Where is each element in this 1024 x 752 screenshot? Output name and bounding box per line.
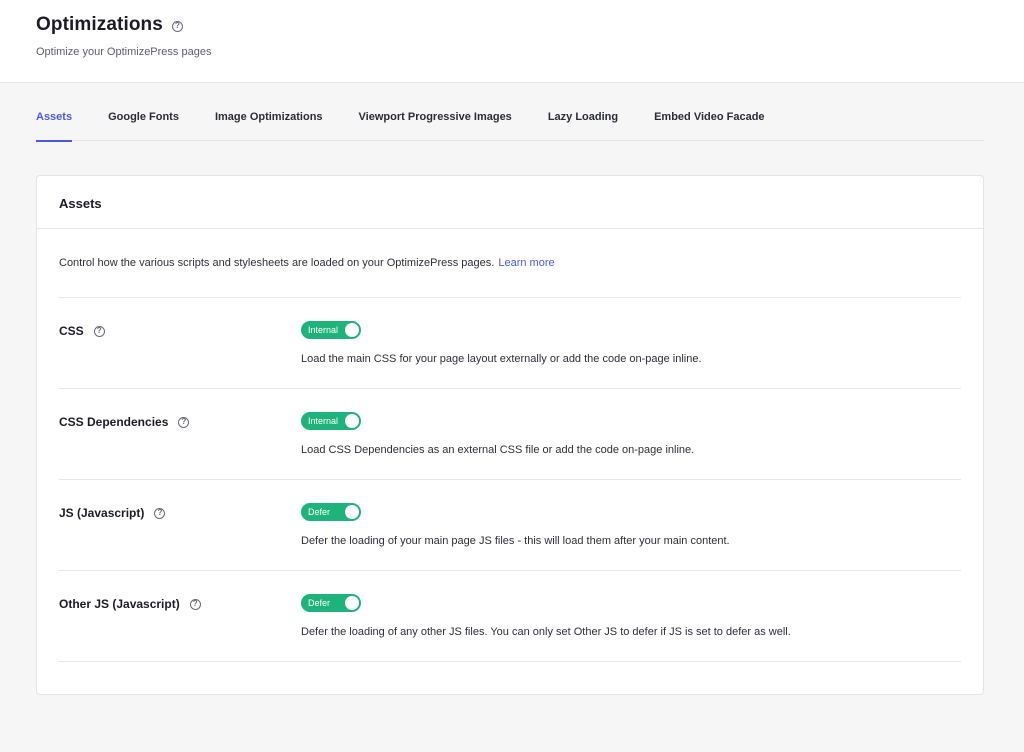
setting-label: CSS ? [59, 324, 105, 338]
tab-lazy-loading[interactable]: Lazy Loading [548, 83, 618, 141]
learn-more-link[interactable]: Learn more [498, 257, 554, 269]
toggle-label: Internal [308, 325, 339, 335]
setting-description: Load CSS Dependencies as an external CSS… [301, 444, 695, 456]
tab-image-optimizations[interactable]: Image Optimizations [215, 83, 323, 141]
css-toggle[interactable]: Internal [301, 321, 361, 339]
setting-description: Load the main CSS for your page layout e… [301, 353, 702, 365]
toggle-label: Defer [308, 507, 331, 517]
toggle-knob [345, 323, 359, 337]
help-icon[interactable]: ? [171, 20, 183, 32]
setting-label-text: JS (Javascript) [59, 506, 145, 520]
tab-bar: Assets Google Fonts Image Optimizations … [36, 83, 984, 142]
setting-next [59, 661, 961, 752]
intro-text: Control how the various scripts and styl… [59, 257, 495, 269]
card-intro: Control how the various scripts and styl… [37, 229, 983, 297]
js-toggle[interactable]: Defer [301, 503, 361, 521]
setting-other-js: Other JS (Javascript) ? Defer Defer the … [59, 570, 961, 661]
toggle-knob [345, 414, 359, 428]
setting-label: CSS Dependencies ? [59, 415, 190, 429]
help-icon[interactable]: ? [178, 416, 190, 428]
toggle-knob [345, 596, 359, 610]
tab-assets[interactable]: Assets [36, 83, 73, 142]
setting-label-text: CSS [59, 324, 84, 338]
tab-google-fonts[interactable]: Google Fonts [108, 83, 179, 141]
setting-label-text: CSS Dependencies [59, 415, 169, 429]
setting-css-dependencies: CSS Dependencies ? Internal Load CSS Dep… [59, 388, 961, 479]
card-title: Assets [59, 196, 102, 211]
toggle-knob [345, 505, 359, 519]
page-title: Optimizations [36, 14, 163, 35]
css-dependencies-toggle[interactable]: Internal [301, 412, 361, 430]
setting-description: Defer the loading of your main page JS f… [301, 535, 730, 547]
settings-list: CSS ? Internal Load the main CSS for you… [37, 297, 983, 752]
title-row: Optimizations ? [36, 14, 988, 36]
setting-label-text: Other JS (Javascript) [59, 597, 180, 611]
other-js-toggle[interactable]: Defer [301, 594, 361, 612]
help-icon[interactable]: ? [189, 598, 201, 610]
page-subtitle: Optimize your OptimizePress pages [36, 46, 212, 58]
assets-card: Assets Control how the various scripts a… [36, 175, 984, 695]
setting-description: Defer the loading of any other JS files.… [301, 626, 791, 638]
tab-viewport-progressive-images[interactable]: Viewport Progressive Images [359, 83, 512, 141]
toggle-label: Internal [308, 416, 339, 426]
toggle-label: Defer [308, 598, 331, 608]
help-icon[interactable]: ? [93, 325, 105, 337]
setting-css: CSS ? Internal Load the main CSS for you… [59, 297, 961, 388]
setting-label: Other JS (Javascript) ? [59, 597, 201, 611]
setting-js: JS (Javascript) ? Defer Defer the loadin… [59, 479, 961, 570]
setting-label: JS (Javascript) ? [59, 506, 166, 520]
card-header: Assets [37, 176, 983, 229]
help-icon[interactable]: ? [154, 507, 166, 519]
page-header: Optimizations ? Optimize your OptimizePr… [0, 0, 1024, 83]
tab-embed-video-facade[interactable]: Embed Video Facade [654, 83, 764, 141]
